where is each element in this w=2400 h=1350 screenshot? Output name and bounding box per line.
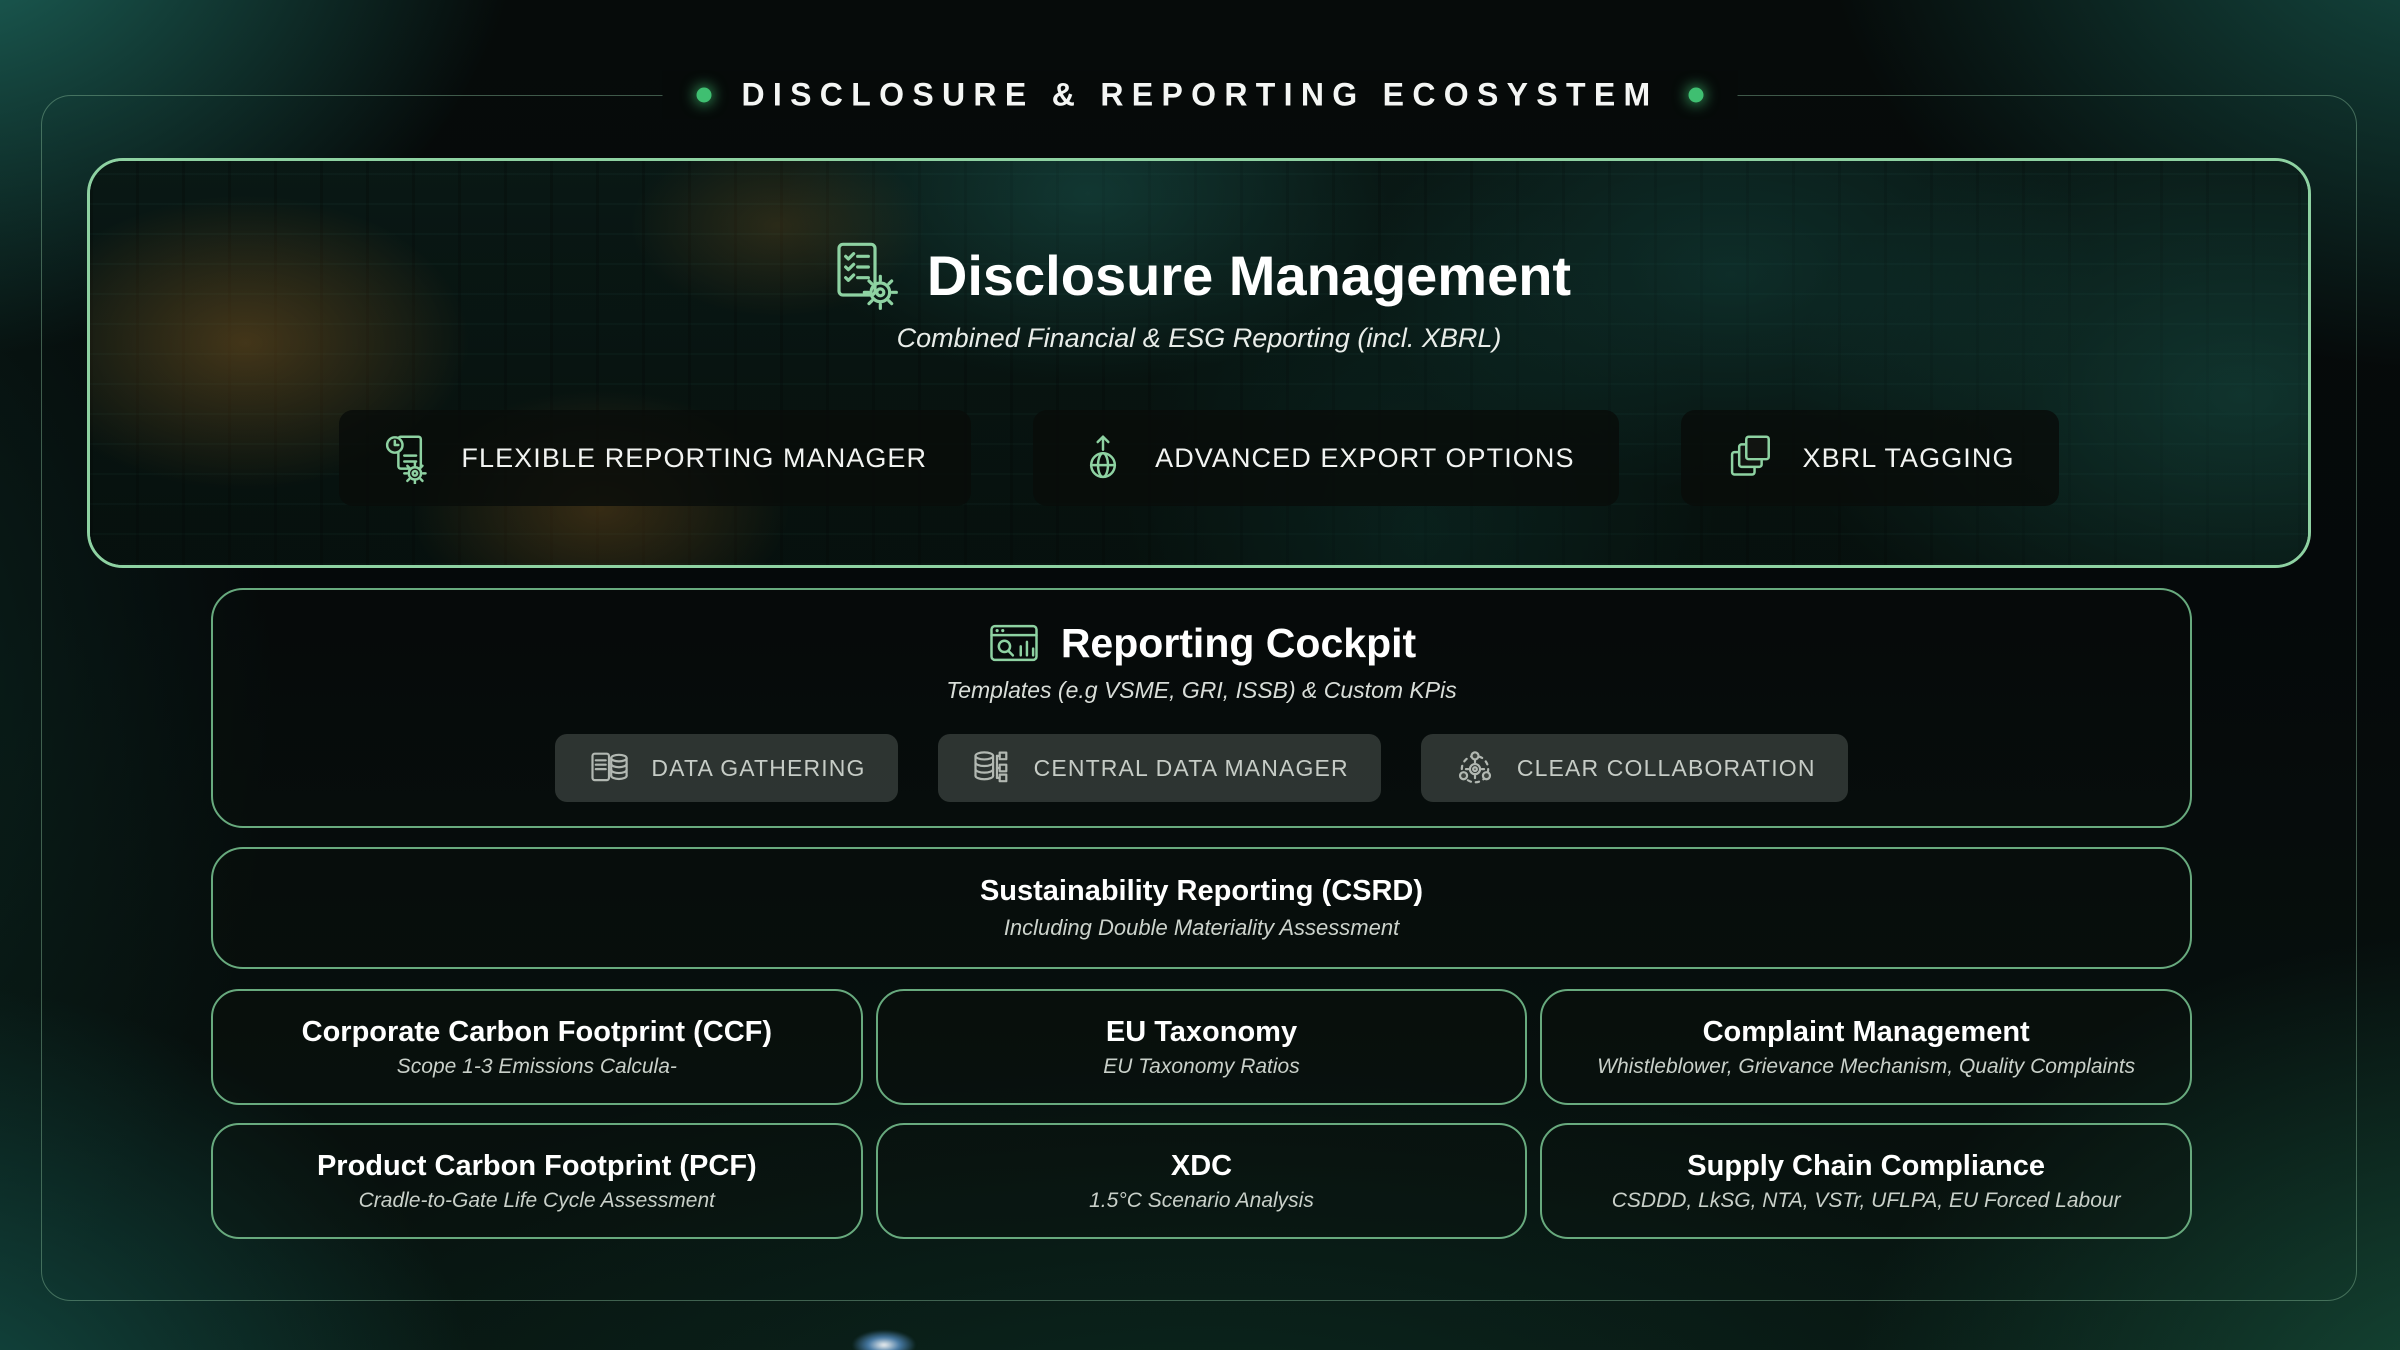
hero-title: Disclosure Management	[927, 243, 1571, 308]
xbrl-tagging-button[interactable]: XBRL TAGGING	[1681, 410, 2059, 506]
flexible-reporting-manager-button[interactable]: FLEXIBLE REPORTING MANAGER	[339, 410, 971, 506]
module-title: Complaint Management	[1703, 1016, 2030, 1049]
clear-collaboration-button[interactable]: CLEAR COLLABORATION	[1421, 734, 1848, 802]
button-label: XBRL TAGGING	[1803, 443, 2015, 474]
database-network-icon	[970, 746, 1014, 790]
document-checklist-gear-icon	[827, 239, 899, 311]
module-xdc-card: XDC 1.5°C Scenario Analysis	[876, 1123, 1528, 1239]
title-dot-left	[697, 88, 712, 103]
page-title: DISCLOSURE & REPORTING ECOSYSTEM	[742, 77, 1659, 114]
button-label: CENTRAL DATA MANAGER	[1034, 755, 1349, 782]
module-subtitle: Whistleblower, Grievance Mechanism, Qual…	[1597, 1055, 2135, 1079]
stacked-documents-icon	[1725, 432, 1777, 484]
module-pcf-card: Product Carbon Footprint (PCF) Cradle-to…	[211, 1123, 863, 1239]
module-grid: Corporate Carbon Footprint (CCF) Scope 1…	[211, 989, 2192, 1239]
module-subtitle: Cradle-to-Gate Life Cycle Assessment	[359, 1189, 715, 1213]
csrd-title: Sustainability Reporting (CSRD)	[980, 875, 1423, 908]
cockpit-subtitle: Templates (e.g VSME, GRI, ISSB) & Custom…	[946, 677, 1456, 704]
button-label: DATA GATHERING	[651, 755, 865, 782]
hero-feature-buttons: FLEXIBLE REPORTING MANAGER ADVANCED EXPO…	[339, 410, 2058, 506]
data-gathering-button[interactable]: DATA GATHERING	[555, 734, 897, 802]
cockpit-title: Reporting Cockpit	[1061, 620, 1416, 667]
globe-export-icon	[1077, 432, 1129, 484]
module-ccf-card: Corporate Carbon Footprint (CCF) Scope 1…	[211, 989, 863, 1105]
module-subtitle: EU Taxonomy Ratios	[1103, 1055, 1299, 1079]
module-title: Product Carbon Footprint (PCF)	[317, 1150, 757, 1183]
advanced-export-options-button[interactable]: ADVANCED EXPORT OPTIONS	[1033, 410, 1618, 506]
module-title: XDC	[1171, 1150, 1232, 1183]
ecosystem-diagram: DISCLOSURE & REPORTING ECOSYSTEM	[0, 0, 2400, 1350]
module-complaint-management-card: Complaint Management Whistleblower, Grie…	[1540, 989, 2192, 1105]
title-bar: DISCLOSURE & REPORTING ECOSYSTEM	[663, 71, 1738, 120]
module-supply-chain-compliance-card: Supply Chain Compliance CSDDD, LkSG, NTA…	[1540, 1123, 2192, 1239]
module-title: EU Taxonomy	[1106, 1016, 1297, 1049]
cockpit-feature-buttons: DATA GATHERING CENTRAL DATA MANAGER	[555, 734, 1847, 802]
hero-subtitle: Combined Financial & ESG Reporting (incl…	[897, 323, 1502, 354]
sustainability-reporting-csrd-card: Sustainability Reporting (CSRD) Includin…	[211, 847, 2192, 969]
module-title: Corporate Carbon Footprint (CCF)	[302, 1016, 772, 1049]
module-subtitle: 1.5°C Scenario Analysis	[1089, 1189, 1314, 1213]
button-label: CLEAR COLLABORATION	[1517, 755, 1816, 782]
report-clock-gear-icon	[383, 432, 435, 484]
module-eu-taxonomy-card: EU Taxonomy EU Taxonomy Ratios	[876, 989, 1528, 1105]
central-data-manager-button[interactable]: CENTRAL DATA MANAGER	[938, 734, 1381, 802]
button-label: FLEXIBLE REPORTING MANAGER	[461, 443, 927, 474]
dashboard-chart-icon	[987, 616, 1041, 670]
csrd-subtitle: Including Double Materiality Assessment	[1004, 915, 1399, 941]
module-subtitle: Scope 1-3 Emissions Calcula-	[397, 1055, 677, 1079]
disclosure-management-card: Disclosure Management Combined Financial…	[87, 158, 2311, 568]
partial-logo-glow	[852, 1330, 916, 1350]
module-subtitle: CSDDD, LkSG, NTA, VSTr, UFLPA, EU Forced…	[1612, 1189, 2121, 1213]
button-label: ADVANCED EXPORT OPTIONS	[1155, 443, 1574, 474]
collaboration-gear-icon	[1453, 746, 1497, 790]
document-database-icon	[587, 746, 631, 790]
module-title: Supply Chain Compliance	[1687, 1150, 2045, 1183]
reporting-cockpit-card: Reporting Cockpit Templates (e.g VSME, G…	[211, 588, 2192, 828]
title-dot-right	[1688, 88, 1703, 103]
